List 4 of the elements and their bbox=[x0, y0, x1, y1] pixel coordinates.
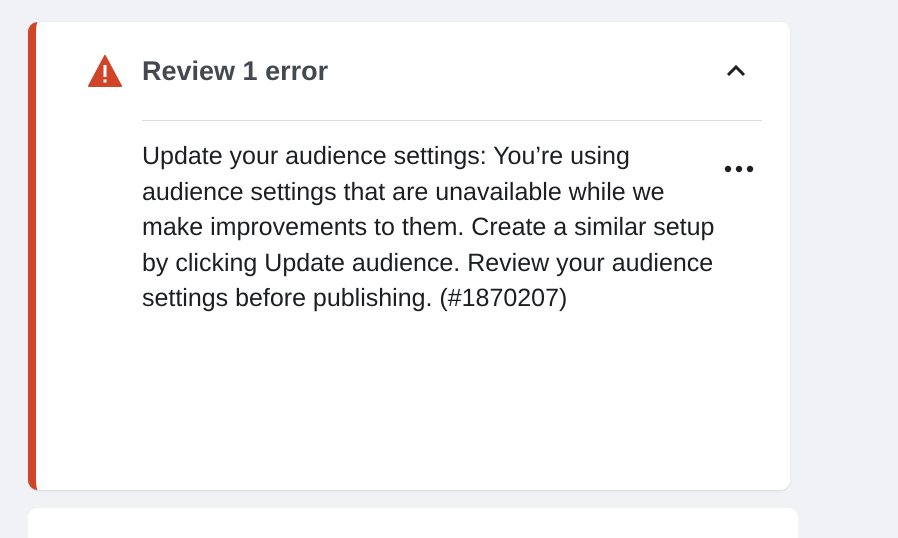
more-options-icon[interactable] bbox=[724, 165, 754, 173]
error-title: Review 1 error bbox=[142, 56, 330, 86]
warning-icon bbox=[88, 55, 122, 87]
error-message: Update your audience settings: You’re using audience settings that are unavailable while we make improvements to them. Create a similar setup by clicking Update audience. Review your audience settings before publishing. (#1870207) bbox=[142, 141, 716, 314]
